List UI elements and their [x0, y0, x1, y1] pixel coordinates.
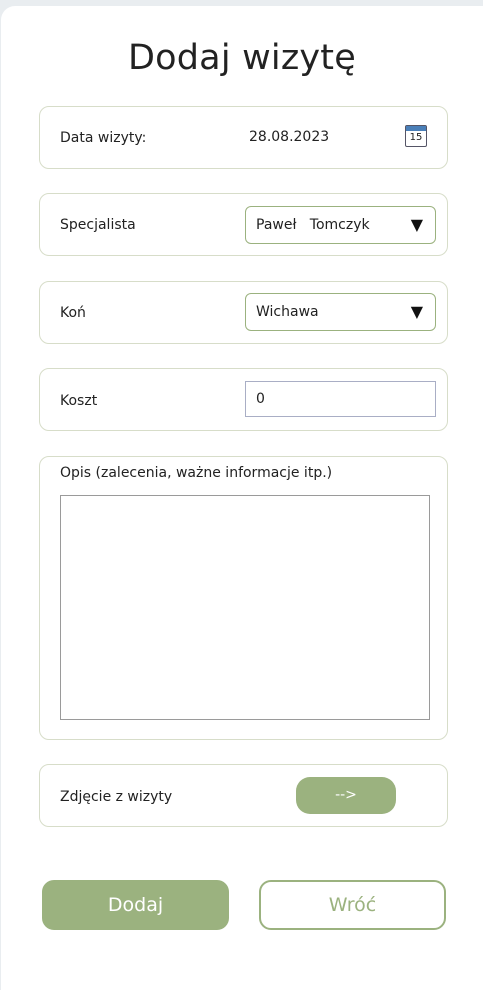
date-label: Data wizyty:	[60, 130, 147, 146]
description-textarea[interactable]	[60, 495, 430, 720]
specialist-select[interactable]: Paweł Tomczyk ▼	[245, 206, 436, 244]
add-visit-window: Dodaj wizytę Data wizyty: 28.08.2023 15 …	[1, 6, 483, 990]
calendar-icon[interactable]: 15	[405, 125, 427, 147]
description-card: Opis (zalecenia, ważne informacje itp.)	[39, 456, 448, 740]
photo-card: Zdjęcie z wizyty -->	[39, 764, 448, 827]
horse-selected-value: Wichawa	[256, 304, 319, 320]
cost-label: Koszt	[60, 393, 98, 409]
cost-card: Koszt	[39, 368, 448, 431]
photo-label: Zdjęcie z wizyty	[60, 789, 173, 805]
specialist-card: Specjalista Paweł Tomczyk ▼	[39, 193, 448, 256]
chevron-down-icon: ▼	[410, 302, 423, 321]
add-button[interactable]: Dodaj	[42, 880, 229, 930]
page-title: Dodaj wizytę	[128, 38, 356, 78]
horse-label: Koń	[60, 305, 86, 321]
description-label: Opis (zalecenia, ważne informacje itp.)	[60, 465, 333, 481]
horse-card: Koń Wichawa ▼	[39, 281, 448, 344]
chevron-down-icon: ▼	[410, 215, 423, 234]
horse-select[interactable]: Wichawa ▼	[245, 293, 436, 331]
specialist-selected-value: Paweł Tomczyk	[256, 217, 370, 233]
date-value[interactable]: 28.08.2023	[249, 129, 329, 145]
cost-input[interactable]	[245, 381, 436, 417]
back-button[interactable]: Wróć	[259, 880, 446, 930]
specialist-label: Specjalista	[60, 217, 136, 233]
date-card: Data wizyty: 28.08.2023 15	[39, 106, 448, 169]
photo-next-button[interactable]: -->	[296, 777, 396, 814]
